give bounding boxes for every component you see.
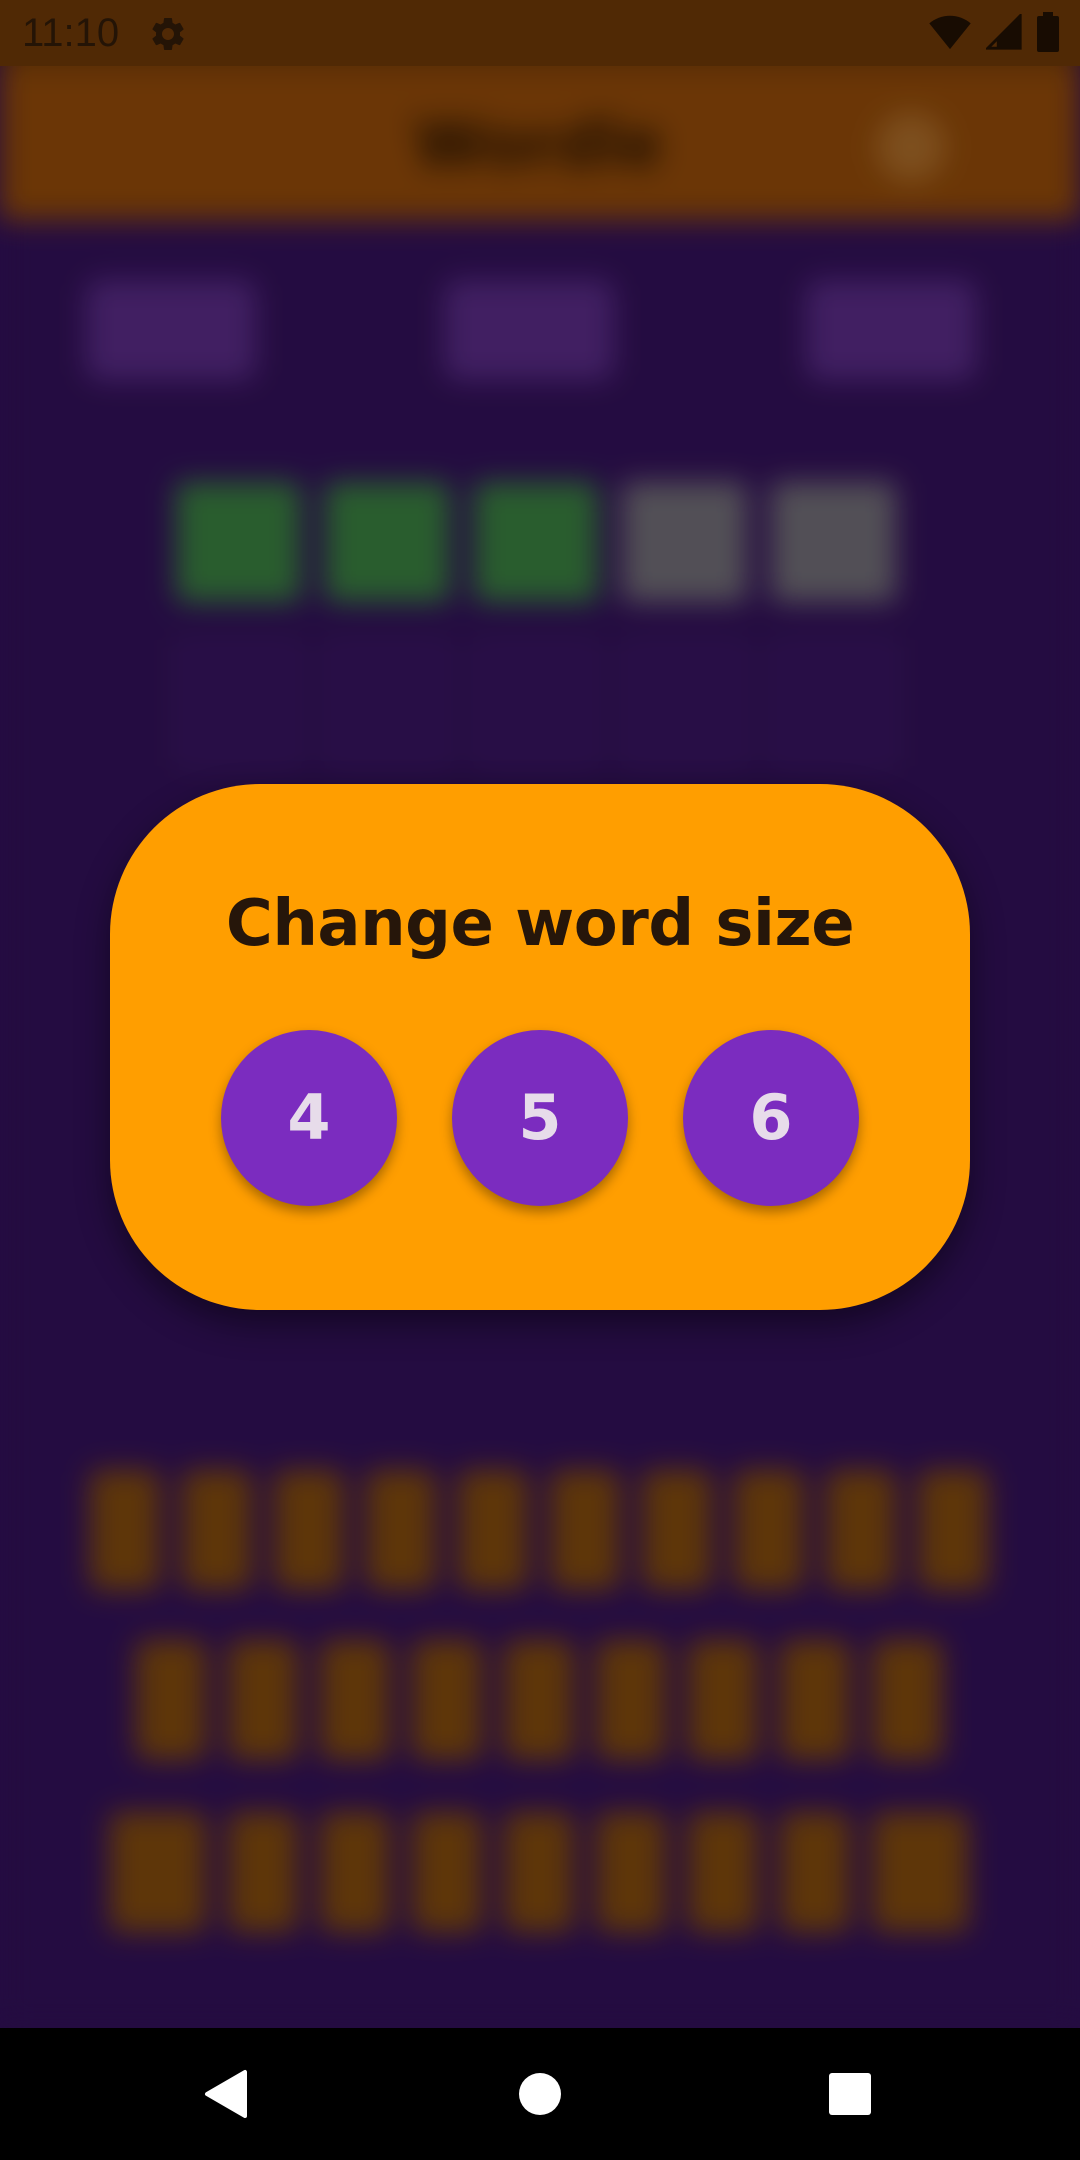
- word-size-5-button[interactable]: 5: [452, 1030, 628, 1206]
- home-icon[interactable]: [502, 2056, 578, 2132]
- word-size-6-button[interactable]: 6: [683, 1030, 859, 1206]
- word-size-4-button[interactable]: 4: [221, 1030, 397, 1206]
- recents-icon[interactable]: [812, 2056, 888, 2132]
- screen: Wordle 11:10 Change word size 4 5 6: [0, 0, 1080, 2160]
- dialog-title: Change word size: [225, 887, 855, 961]
- back-icon[interactable]: [188, 2056, 264, 2132]
- navigation-bar: [0, 2028, 1080, 2160]
- change-word-size-dialog: Change word size 4 5 6: [110, 784, 970, 1310]
